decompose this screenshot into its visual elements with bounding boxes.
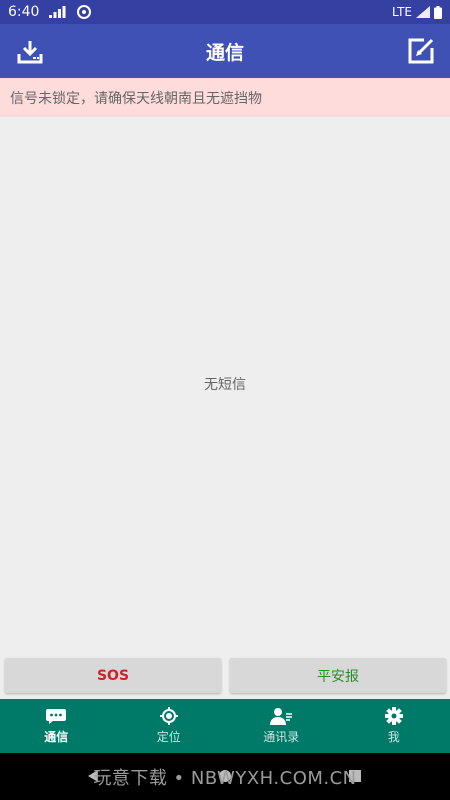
download-icon[interactable] [16,38,44,66]
nav-item-location[interactable]: 定位 [113,699,226,753]
compose-icon[interactable] [406,36,436,66]
gear-icon [384,707,403,725]
bottom-nav: 通信 定位 通讯录 我 [0,699,450,753]
locate-icon [159,707,178,725]
nav-label: 通信 [44,730,69,744]
battery-icon [434,5,442,19]
watermark-text: 玩意下载 • NBWYXH.COM.CN [93,767,357,789]
system-nav-bar: 玩意下载 • NBWYXH.COM.CN [0,753,450,800]
signal-warning-banner: 信号未锁定，请确保天线朝南且无遮挡物 [0,78,450,117]
nav-label: 我 [387,730,400,744]
signal-warning-text: 信号未锁定，请确保天线朝南且无遮挡物 [10,90,262,107]
sos-button[interactable]: SOS [5,658,221,693]
nav-item-me[interactable]: 我 [338,699,450,753]
nav-item-communication[interactable]: 通信 [0,699,113,753]
contacts-icon [270,708,293,725]
network-type: LTE [392,5,412,19]
app-bar: 通信 [0,24,450,78]
status-bar: 6:40 LTE [0,0,450,24]
status-time: 6:40 [8,4,40,20]
nav-item-contacts[interactable]: 通讯录 [225,699,338,753]
chat-icon [46,709,67,724]
safe-report-button[interactable]: 平安报 [230,658,446,693]
signal-bars-icon [49,6,66,18]
app-notification-icon [77,5,92,19]
page-title: 通信 [205,41,244,64]
nav-label: 定位 [156,730,181,744]
nav-label: 通讯录 [263,730,300,744]
empty-state-text: 无短信 [204,377,246,393]
cell-signal-icon [416,6,430,18]
